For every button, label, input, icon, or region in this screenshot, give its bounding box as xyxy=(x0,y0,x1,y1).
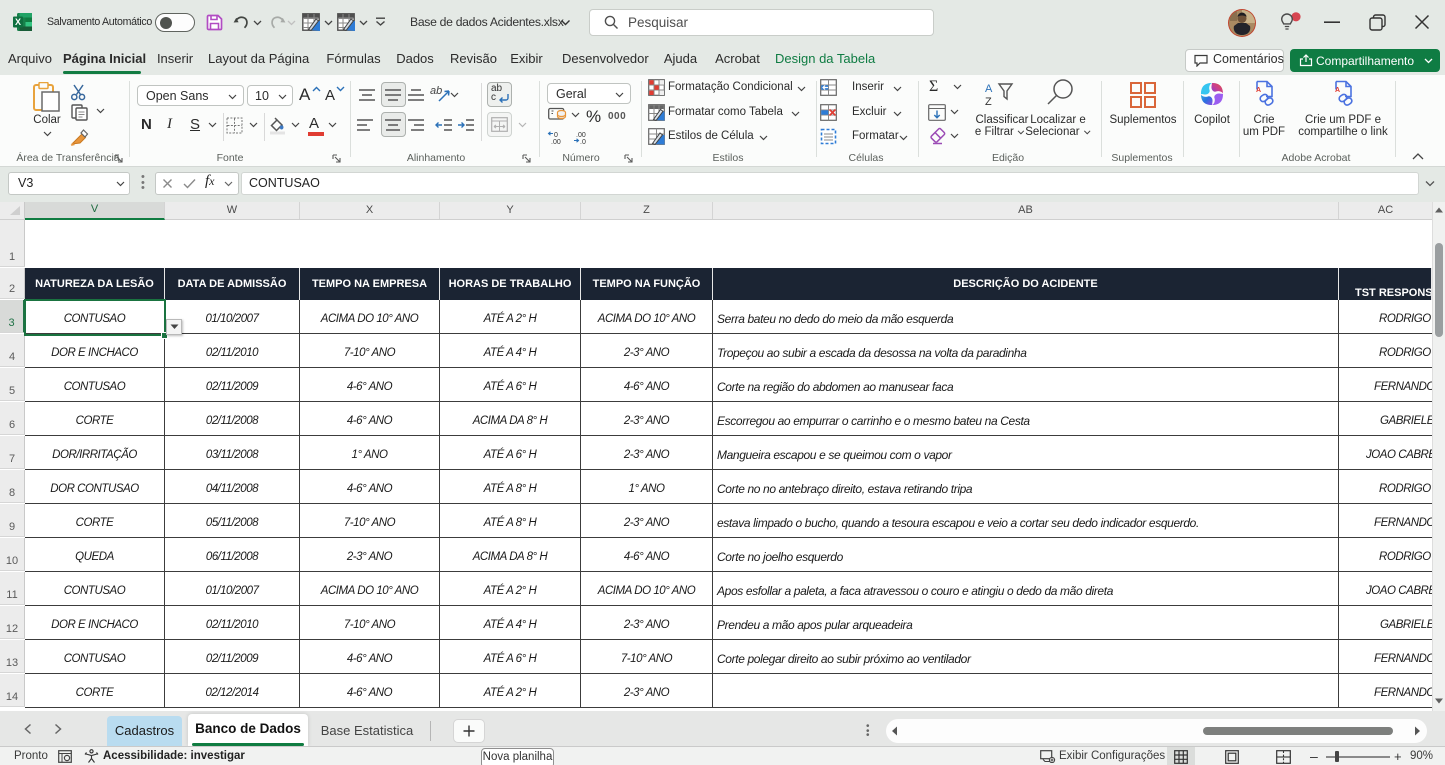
svg-text:A: A xyxy=(1335,87,1340,94)
svg-text:A: A xyxy=(985,83,993,95)
svg-text:.00: .00 xyxy=(551,139,561,145)
svg-text:.0: .0 xyxy=(580,139,586,145)
svg-text:.00: .00 xyxy=(576,132,586,139)
svg-text:A: A xyxy=(1256,87,1261,94)
svg-text:Z: Z xyxy=(985,96,992,108)
svg-text:X: X xyxy=(15,17,21,27)
svg-text:0: 0 xyxy=(554,132,558,139)
